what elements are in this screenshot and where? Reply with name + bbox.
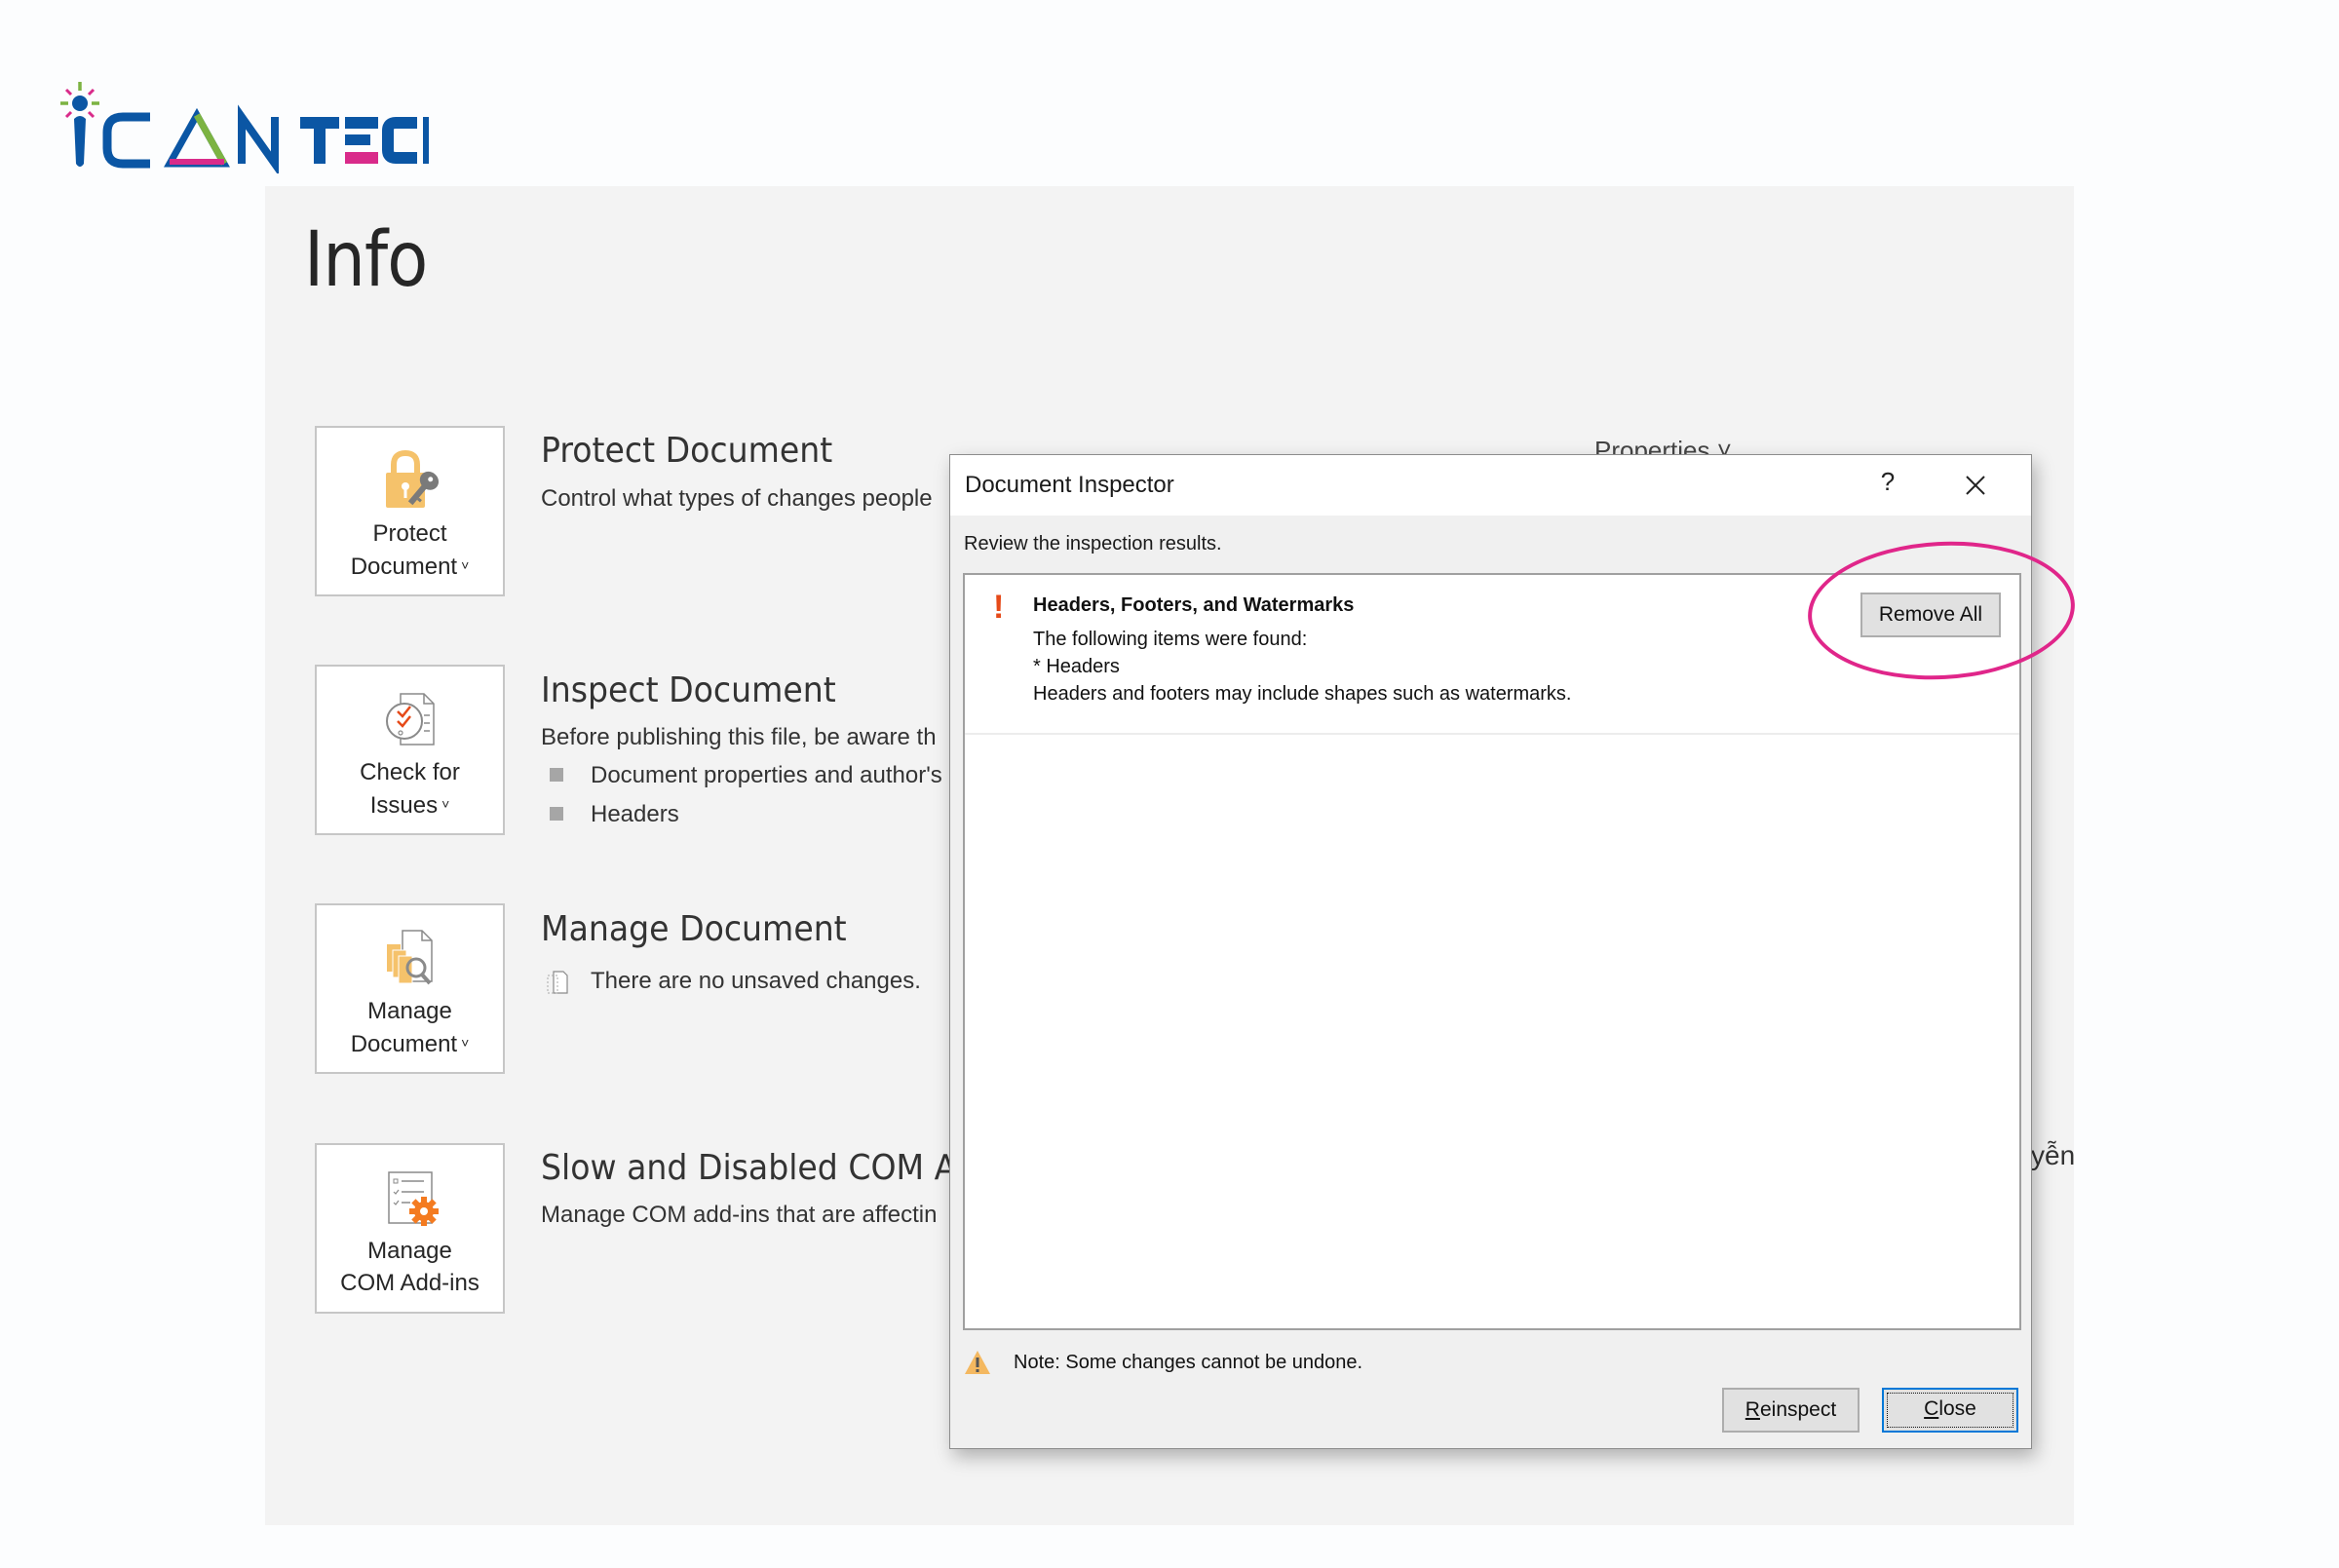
logo-i	[74, 116, 86, 167]
dialog-titlebar[interactable]: Document Inspector ?	[950, 455, 2031, 516]
logo-ray	[87, 110, 96, 119]
manage-com-addins-button[interactable]: Manage COM Add-ins	[315, 1143, 505, 1314]
close-button[interactable]: Close	[1882, 1388, 2018, 1433]
note-text: Note: Some changes cannot be undone.	[1014, 1352, 1363, 1373]
chevron-down-icon: ˅	[461, 1035, 470, 1051]
logo-e	[345, 134, 370, 145]
tile-label-line1: Manage	[367, 998, 452, 1024]
tile-label-line2: COM Add-ins	[340, 1270, 479, 1296]
inspection-results-list[interactable]: ! Headers, Footers, and Watermarks The f…	[963, 573, 2021, 1330]
result-line: Headers and footers may include shapes s…	[1033, 683, 1572, 705]
logo-c	[102, 112, 150, 169]
section-title: Slow and Disabled COM A	[541, 1148, 957, 1188]
tile-label-line1: Protect	[372, 520, 447, 547]
chevron-down-icon: ˅	[461, 557, 470, 573]
bullet-text: Document properties and author's	[591, 762, 942, 788]
result-line: * Headers	[1033, 656, 1120, 677]
close-icon[interactable]	[1959, 469, 1992, 502]
check-for-issues-button[interactable]: Check for Issues ˅	[315, 665, 505, 835]
warning-exclamation-icon: !	[993, 589, 1005, 626]
lock-key-icon	[317, 449, 503, 514]
addins-gear-icon	[317, 1166, 503, 1231]
mnemonic: R	[1745, 1398, 1760, 1421]
logo-graphic	[60, 82, 429, 176]
logo-a-green	[193, 113, 228, 166]
tile-label: Manage Document ˅	[317, 995, 503, 1060]
bullet-text: Headers	[591, 801, 679, 827]
chevron-down-icon: ˅	[441, 796, 450, 812]
focus-rect	[1887, 1393, 2013, 1428]
result-heading: Headers, Footers, and Watermarks	[1033, 594, 1355, 616]
protect-document-button[interactable]: Protect Document ˅	[315, 426, 505, 596]
tile-label: Protect Document ˅	[317, 517, 503, 583]
tile-label: Manage COM Add-ins	[317, 1235, 503, 1299]
tile-label-line1: Check for	[360, 759, 460, 785]
logo-a	[164, 107, 230, 168]
logo-ray	[64, 110, 73, 119]
logo-h	[423, 117, 429, 164]
bullet-icon	[550, 768, 563, 782]
section-description: There are no unsaved changes.	[591, 968, 921, 994]
button-label: einspect	[1759, 1398, 1837, 1421]
tile-label-line2: Document	[350, 1031, 458, 1057]
remove-all-button[interactable]: Remove All	[1860, 593, 2001, 637]
document-inspector-dialog: Document Inspector ? Review the inspecti…	[949, 454, 2032, 1449]
tile-label-line1: Manage	[367, 1238, 452, 1264]
section-title: Protect Document	[541, 431, 833, 471]
dialog-title: Document Inspector	[965, 472, 1174, 498]
author-name-partial: yễn	[2031, 1140, 2076, 1170]
page-title: Info	[304, 216, 428, 304]
help-button[interactable]: ?	[1873, 467, 1902, 502]
unsaved-document-icon	[546, 970, 569, 995]
logo-c2	[382, 117, 417, 164]
section-description: Manage COM add-ins that are affectin	[541, 1202, 938, 1228]
logo-dot	[72, 96, 88, 111]
checklist-document-icon	[317, 688, 503, 752]
logo-e-pink	[345, 152, 378, 164]
result-line: The following items were found:	[1033, 629, 1308, 650]
section-description: Control what types of changes people	[541, 485, 933, 512]
logo-e	[345, 117, 378, 129]
logo-ray	[64, 88, 73, 96]
manage-document-button[interactable]: Manage Document ˅	[315, 903, 505, 1074]
section-description: Before publishing this file, be aware th	[541, 724, 937, 750]
result-item: ! Headers, Footers, and Watermarks The f…	[965, 575, 2019, 735]
tile-label-line2: Document	[350, 554, 458, 580]
logo-t	[314, 117, 326, 164]
icantech-logo	[60, 76, 441, 176]
bullet-icon	[550, 807, 563, 821]
section-title: Inspect Document	[541, 670, 836, 710]
tile-label-line2: Issues	[369, 792, 439, 819]
section-title: Manage Document	[541, 909, 847, 949]
tile-label: Check for Issues ˅	[317, 756, 503, 822]
logo-n	[238, 104, 279, 176]
manage-document-search-icon	[317, 927, 503, 991]
warning-triangle-icon	[963, 1349, 992, 1376]
logo-ray	[87, 88, 96, 96]
dialog-subtitle: Review the inspection results.	[964, 533, 1222, 555]
reinspect-button[interactable]: Reinspect	[1722, 1388, 1860, 1433]
